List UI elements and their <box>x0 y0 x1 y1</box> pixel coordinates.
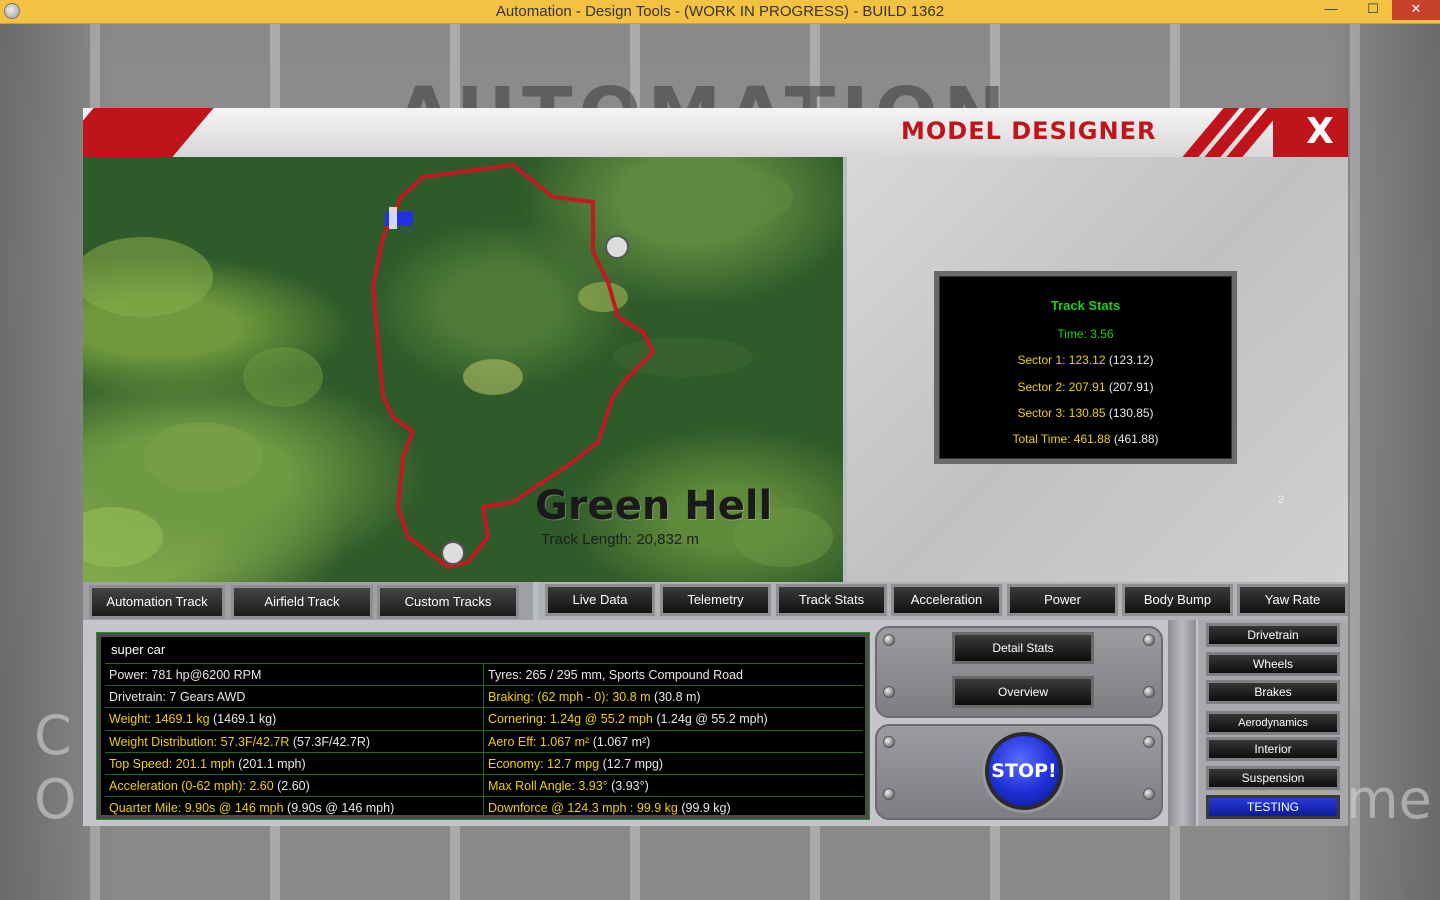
track-map[interactable]: Green Hell Track Length: 20,832 m <box>83 157 843 582</box>
table-divider <box>483 730 484 753</box>
bolt-icon <box>883 634 895 646</box>
car-info-table: super car Power: 781 hp@6200 RPM Tyres: 2… <box>96 632 870 820</box>
minimize-button[interactable]: — <box>1316 0 1346 20</box>
bolt-icon <box>1143 634 1155 646</box>
bolt-icon <box>883 788 895 800</box>
track-stats-time: Time: 3.56 <box>1057 327 1114 341</box>
window-close-button[interactable]: ✕ <box>1392 0 1440 20</box>
table-cell-left: Quarter Mile: 9.90s @ 146 mph (9.90s @ 1… <box>109 801 395 816</box>
model-designer-panel: MODEL DESIGNER X Green Hell Track Length… <box>83 108 1348 826</box>
table-divider <box>483 664 484 686</box>
stop-button[interactable]: STOP! <box>985 732 1063 810</box>
track-tabs: Automation Track Airfield Track Custom T… <box>83 582 533 620</box>
table-cell-left: Power: 781 hp@6200 RPM <box>109 668 262 682</box>
tab-body-bump[interactable]: Body Bump <box>1122 584 1233 616</box>
track-stats-title: Track Stats <box>1050 298 1121 313</box>
tab-automation-track[interactable]: Automation Track <box>89 585 225 619</box>
panel-header: MODEL DESIGNER X <box>83 108 1348 157</box>
table-row: Quarter Mile: 9.90s @ 146 mph (9.90s @ 1… <box>105 796 863 820</box>
table-cell-right: Aero Eff: 1.067 m² (1.067 m²) <box>488 734 651 749</box>
sector-2-time: Sector 2: 207.91 (207.91) <box>1017 380 1154 394</box>
header-stripe-left <box>83 108 214 157</box>
panel-close-button[interactable]: X <box>1300 110 1340 154</box>
table-row: Acceleration (0-62 mph): 2.60 (2.60) Max … <box>105 774 863 797</box>
car-name: super car <box>111 642 166 657</box>
table-cell-left: Drivetrain: 7 Gears AWD <box>109 690 246 705</box>
tab-airfield-track[interactable]: Airfield Track <box>231 585 373 619</box>
table-row: Top Speed: 201.1 mph (201.1 mph) Economy:… <box>105 751 863 775</box>
checkpoint-icon <box>441 541 465 565</box>
table-cell-right: Max Roll Angle: 3.93° (3.93°) <box>488 779 649 793</box>
table-cell-right: Tyres: 265 / 295 mm, Sports Compound Roa… <box>488 668 743 682</box>
checkpoint-icon <box>605 235 629 259</box>
bolt-icon <box>883 736 895 748</box>
panel-title: MODEL DESIGNER <box>901 117 1157 145</box>
menu-aerodynamics[interactable]: Aerodynamics <box>1206 711 1340 735</box>
tab-power[interactable]: Power <box>1007 584 1118 616</box>
menu-testing[interactable]: TESTING <box>1206 795 1340 819</box>
stats-display-area: Track Stats Time: 3.56 Sector 1: 123.12 … <box>847 157 1348 582</box>
tab-custom-tracks[interactable]: Custom Tracks <box>377 585 519 619</box>
table-divider <box>483 775 484 797</box>
window-title: Automation - Design Tools - (WORK IN PRO… <box>495 3 945 20</box>
track-length: Track Length: 20,832 m <box>541 531 699 548</box>
menu-brakes[interactable]: Brakes <box>1206 680 1340 704</box>
bolt-icon <box>1143 788 1155 800</box>
table-row: Weight: 1469.1 kg (1469.1 kg) Cornering: … <box>105 707 863 731</box>
stat-tabs: Live Data Telemetry Track Stats Accelera… <box>538 582 1348 620</box>
table-row: Drivetrain: 7 Gears AWD Braking: (62 mph … <box>105 685 863 709</box>
table-cell-right: Downforce @ 124.3 mph : 99.9 kg (99.9 kg… <box>488 801 731 816</box>
table-cell-right: Economy: 12.7 mpg (12.7 mpg) <box>488 756 664 771</box>
bolt-icon <box>883 686 895 698</box>
maximize-button[interactable]: ☐ <box>1358 0 1388 20</box>
overview-button[interactable]: Overview <box>952 676 1094 708</box>
table-cell-right: Braking: (62 mph - 0): 30.8 m (30.8 m) <box>488 690 701 705</box>
table-divider <box>483 752 484 775</box>
track-stats-box: Track Stats Time: 3.56 Sector 1: 123.12 … <box>934 271 1237 464</box>
menu-interior[interactable]: Interior <box>1206 737 1340 761</box>
tab-live-data[interactable]: Live Data <box>545 584 655 616</box>
table-row: Weight Distribution: 57.3F/42.7R (57.3F/… <box>105 729 863 753</box>
table-divider <box>483 797 484 820</box>
tab-track-stats[interactable]: Track Stats <box>776 584 887 616</box>
table-cell-left: Weight: 1469.1 kg (1469.1 kg) <box>109 712 277 727</box>
bolt-icon <box>1143 736 1155 748</box>
table-cell-right: Cornering: 1.24g @ 55.2 mph (1.24g @ 55.… <box>488 712 768 727</box>
table-cell-left: Weight Distribution: 57.3F/42.7R (57.3F/… <box>109 734 371 749</box>
table-divider <box>483 708 484 731</box>
menu-suspension[interactable]: Suspension <box>1206 766 1340 790</box>
page-number: 2 <box>1278 494 1285 506</box>
menu-drivetrain[interactable]: Drivetrain <box>1206 623 1340 647</box>
tab-telemetry[interactable]: Telemetry <box>660 584 771 616</box>
table-divider <box>483 686 484 709</box>
menu-wheels[interactable]: Wheels <box>1206 652 1340 676</box>
total-time: Total Time: 461.88 (461.88) <box>1012 432 1159 446</box>
side-menu: Drivetrain Wheels Brakes Aerodynamics In… <box>1198 620 1348 826</box>
table-cell-left: Acceleration (0-62 mph): 2.60 (2.60) <box>109 779 310 793</box>
bolt-icon <box>1143 686 1155 698</box>
window-titlebar: Automation - Design Tools - (WORK IN PRO… <box>0 0 1440 24</box>
sector-3-time: Sector 3: 130.85 (130.85) <box>1017 406 1154 420</box>
control-plate-bottom: STOP! <box>875 724 1163 820</box>
background-text-left: C O <box>34 704 77 831</box>
track-name: Green Hell <box>535 483 773 529</box>
bottom-section: super car Power: 781 hp@6200 RPM Tyres: 2… <box>83 620 1348 826</box>
tab-acceleration[interactable]: Acceleration <box>891 584 1002 616</box>
side-rail <box>1168 620 1196 826</box>
background-text-right: me <box>1346 768 1432 831</box>
table-row: Power: 781 hp@6200 RPM Tyres: 265 / 295 m… <box>105 663 863 686</box>
table-cell-left: Top Speed: 201.1 mph (201.1 mph) <box>109 756 306 771</box>
detail-stats-button[interactable]: Detail Stats <box>952 632 1094 664</box>
tab-yaw-rate[interactable]: Yaw Rate <box>1237 584 1348 616</box>
sector-1-time: Sector 1: 123.12 (123.12) <box>1017 353 1154 367</box>
control-plate-top: Detail Stats Overview <box>875 626 1163 718</box>
